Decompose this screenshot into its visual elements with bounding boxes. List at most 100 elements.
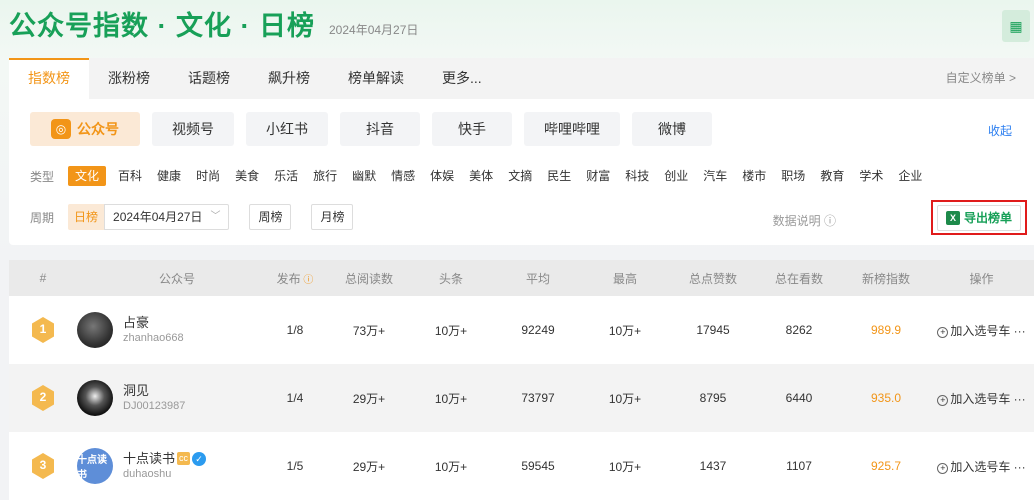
avatar [77, 380, 113, 416]
platform-douyin[interactable]: 抖音 [340, 112, 420, 146]
type-item[interactable]: 科技 [619, 166, 655, 186]
header-total-reads[interactable]: 总阅读数 [333, 270, 405, 287]
platform-label: 公众号 [77, 121, 119, 137]
type-item[interactable]: 旅行 [307, 166, 343, 186]
period-day-button[interactable]: 日榜 [68, 204, 105, 230]
type-item[interactable]: 企业 [892, 166, 928, 186]
header-index[interactable]: 新榜指数 [843, 270, 929, 287]
platform-wechat[interactable]: ◎ 公众号 [30, 112, 140, 146]
type-item[interactable]: 楼市 [736, 166, 772, 186]
page-title: 公众号指数 · 文化 · 日榜 [9, 11, 315, 41]
account-name[interactable]: 洞见 [123, 383, 185, 399]
date-value: 2024年04月27日 [113, 210, 203, 224]
type-label: 类型 [30, 169, 55, 184]
period-month-button[interactable]: 月榜 [311, 204, 354, 230]
account-id: zhanhao668 [123, 331, 184, 344]
type-item[interactable]: 情感 [385, 166, 421, 186]
plus-circle-icon: + [937, 462, 949, 474]
type-item[interactable]: 文化 [68, 166, 107, 186]
header-likes[interactable]: 总点赞数 [671, 270, 755, 287]
tab-fans-growth[interactable]: 涨粉榜 [89, 58, 169, 99]
type-item[interactable]: 职场 [775, 166, 811, 186]
data-explanation-link[interactable]: 数据说明 ⓘ [773, 212, 836, 229]
max-cell: 10万+ [608, 323, 642, 338]
type-item[interactable]: 财富 [580, 166, 616, 186]
rank-cell: 2 [9, 385, 77, 411]
period-label: 周期 [30, 210, 55, 225]
excel-icon: X [945, 210, 960, 225]
type-filter: 类型 文化 百科 健康 时尚 美食 乐活 旅行 幽默 情感 体娱 美体 文摘 民… [30, 166, 931, 186]
headline-cell: 10万+ [434, 459, 468, 474]
type-item[interactable]: 学术 [853, 166, 889, 186]
custom-list-link[interactable]: 自定义榜单 > [946, 58, 1016, 99]
header-account: 公众号 [159, 271, 196, 286]
type-item[interactable]: 汽车 [697, 166, 733, 186]
type-item[interactable]: 民生 [541, 166, 577, 186]
tab-more[interactable]: 更多... [423, 58, 501, 99]
add-to-cart-button[interactable]: + 加入选号车 ··· [929, 322, 1034, 339]
type-item[interactable]: 文摘 [502, 166, 538, 186]
type-item[interactable]: 体娱 [424, 166, 460, 186]
platform-xiaohongshu[interactable]: 小红书 [246, 112, 328, 146]
header-publish-label: 发布 [276, 271, 301, 286]
plus-circle-icon: + [937, 394, 949, 406]
account-cell[interactable]: 占豪 zhanhao668 [77, 312, 257, 348]
platform-selector: ◎ 公众号 视频号 小红书 抖音 快手 哔哩哔哩 微博 [30, 112, 712, 146]
headline-cell: 10万+ [434, 391, 468, 406]
header-op: 操作 [969, 271, 994, 286]
type-item[interactable]: 百科 [112, 166, 148, 186]
header-viewing[interactable]: 总在看数 [755, 270, 843, 287]
type-item[interactable]: 教育 [814, 166, 850, 186]
avatar [77, 312, 113, 348]
headline-cell: 10万+ [434, 323, 468, 338]
avg-cell: 73797 [521, 391, 555, 405]
tab-topic[interactable]: 话题榜 [169, 58, 249, 99]
account-cell[interactable]: 十点读书 十点读书 cc ✓ duhaoshu [77, 448, 257, 484]
collapse-link[interactable]: 收起 [988, 122, 1012, 139]
add-to-cart-button[interactable]: + 加入选号车 ··· [929, 458, 1034, 475]
tab-interpretation[interactable]: 榜单解读 [329, 58, 423, 99]
table-row: 2 洞见 DJ00123987 1/4 29万+ 10万+ 73797 10万+… [9, 364, 1034, 432]
platform-bilibili[interactable]: 哔哩哔哩 [524, 112, 620, 146]
type-item[interactable]: 美食 [229, 166, 265, 186]
qr-code-icon[interactable]: ▦ [1002, 10, 1030, 42]
platform-weibo[interactable]: 微博 [632, 112, 712, 146]
date-picker[interactable]: 2024年04月27日 ﹀ [104, 204, 230, 230]
export-highlight-box: X 导出榜单 [931, 200, 1027, 235]
add-to-cart-label: 加入选号车 ··· [950, 459, 1026, 474]
account-id: DJ00123987 [123, 399, 186, 412]
header-max[interactable]: 最高 [579, 270, 671, 287]
header-headline[interactable]: 头条 [405, 270, 497, 287]
add-to-cart-button[interactable]: + 加入选号车 ··· [929, 390, 1034, 407]
likes-cell: 1437 [699, 459, 727, 473]
platform-kuaishou[interactable]: 快手 [432, 112, 512, 146]
export-button[interactable]: X 导出榜单 [937, 204, 1021, 231]
tab-index-rank[interactable]: 指数榜 [9, 58, 89, 99]
header-avg[interactable]: 平均 [497, 270, 579, 287]
type-item[interactable]: 幽默 [346, 166, 382, 186]
period-filter: 周期 日榜 2024年04月27日 ﹀ 周榜 月榜 [30, 204, 373, 230]
period-week-button[interactable]: 周榜 [249, 204, 292, 230]
table-row: 3 十点读书 十点读书 cc ✓ duhaoshu 1/5 29万+ 10万+ … [9, 432, 1034, 500]
publish-cell: 1/4 [286, 391, 304, 405]
total-reads-cell: 73万+ [352, 323, 386, 338]
type-item[interactable]: 创业 [658, 166, 694, 186]
platform-channels[interactable]: 视频号 [152, 112, 234, 146]
type-item[interactable]: 健康 [151, 166, 187, 186]
add-to-cart-label: 加入选号车 ··· [950, 391, 1026, 406]
account-cell[interactable]: 洞见 DJ00123987 [77, 380, 257, 416]
type-item[interactable]: 美体 [463, 166, 499, 186]
ranking-table: # 公众号 发布 ⓘ 总阅读数 头条 平均 最高 总点赞数 总在看数 新榜指数 … [9, 260, 1034, 500]
type-item[interactable]: 时尚 [190, 166, 226, 186]
table-row: 1 占豪 zhanhao668 1/8 73万+ 10万+ 92249 10万+… [9, 296, 1034, 364]
total-reads-cell: 29万+ [352, 459, 386, 474]
account-name[interactable]: 占豪 [123, 315, 184, 331]
account-name-row[interactable]: 十点读书 cc ✓ [123, 451, 207, 467]
type-item[interactable]: 乐活 [268, 166, 304, 186]
rank-cell: 3 [9, 453, 77, 479]
verified-icon: ✓ [192, 451, 207, 466]
header-publish[interactable]: 发布 ⓘ [257, 270, 333, 287]
index-cell: 989.9 [870, 323, 902, 337]
tab-rising[interactable]: 飙升榜 [249, 58, 329, 99]
add-to-cart-label: 加入选号车 ··· [950, 323, 1026, 338]
